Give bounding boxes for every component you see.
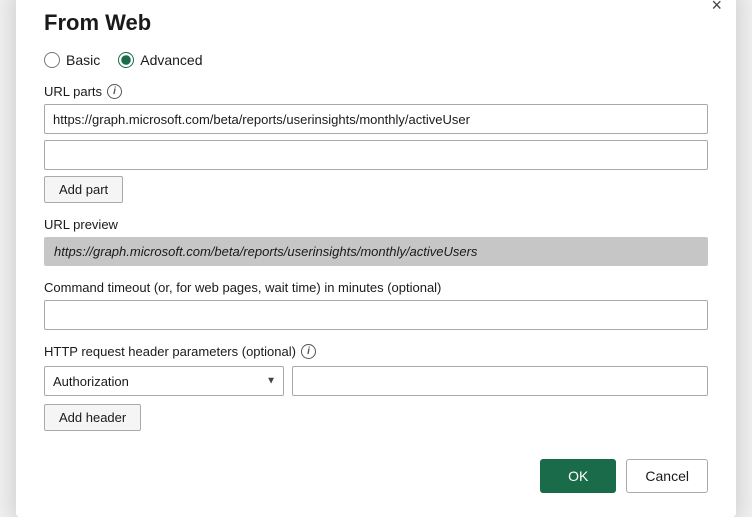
dialog-footer: OK Cancel	[44, 459, 708, 493]
timeout-label: Command timeout (or, for web pages, wait…	[44, 280, 708, 295]
add-part-button[interactable]: Add part	[44, 176, 123, 203]
url-preview-box: https://graph.microsoft.com/beta/reports…	[44, 237, 708, 266]
url-parts-info-icon[interactable]: i	[107, 84, 122, 99]
url-parts-input-2[interactable]	[44, 140, 708, 170]
radio-basic[interactable]: Basic	[44, 52, 100, 68]
close-button[interactable]: ×	[711, 0, 722, 14]
http-header-label: HTTP request header parameters (optional…	[44, 344, 708, 359]
ok-button[interactable]: OK	[540, 459, 616, 493]
radio-advanced[interactable]: Advanced	[118, 52, 202, 68]
dialog-title: From Web	[44, 10, 708, 36]
cancel-button[interactable]: Cancel	[626, 459, 708, 493]
timeout-input[interactable]	[44, 300, 708, 330]
radio-advanced-input[interactable]	[118, 52, 134, 68]
radio-basic-label: Basic	[66, 52, 100, 68]
url-parts-label: URL parts i	[44, 84, 708, 99]
url-parts-input-1[interactable]	[44, 104, 708, 134]
from-web-dialog: × From Web Basic Advanced URL parts i Ad…	[16, 0, 736, 517]
header-value-input[interactable]	[292, 366, 708, 396]
header-select-wrapper: Authorization Content-Type Accept Bearer…	[44, 366, 284, 396]
header-select[interactable]: Authorization Content-Type Accept Bearer	[44, 366, 284, 396]
http-header-info-icon[interactable]: i	[301, 344, 316, 359]
header-row: Authorization Content-Type Accept Bearer…	[44, 366, 708, 396]
url-preview-label: URL preview	[44, 217, 708, 232]
radio-basic-input[interactable]	[44, 52, 60, 68]
add-header-button[interactable]: Add header	[44, 404, 141, 431]
radio-group: Basic Advanced	[44, 52, 708, 68]
radio-advanced-label: Advanced	[140, 52, 202, 68]
